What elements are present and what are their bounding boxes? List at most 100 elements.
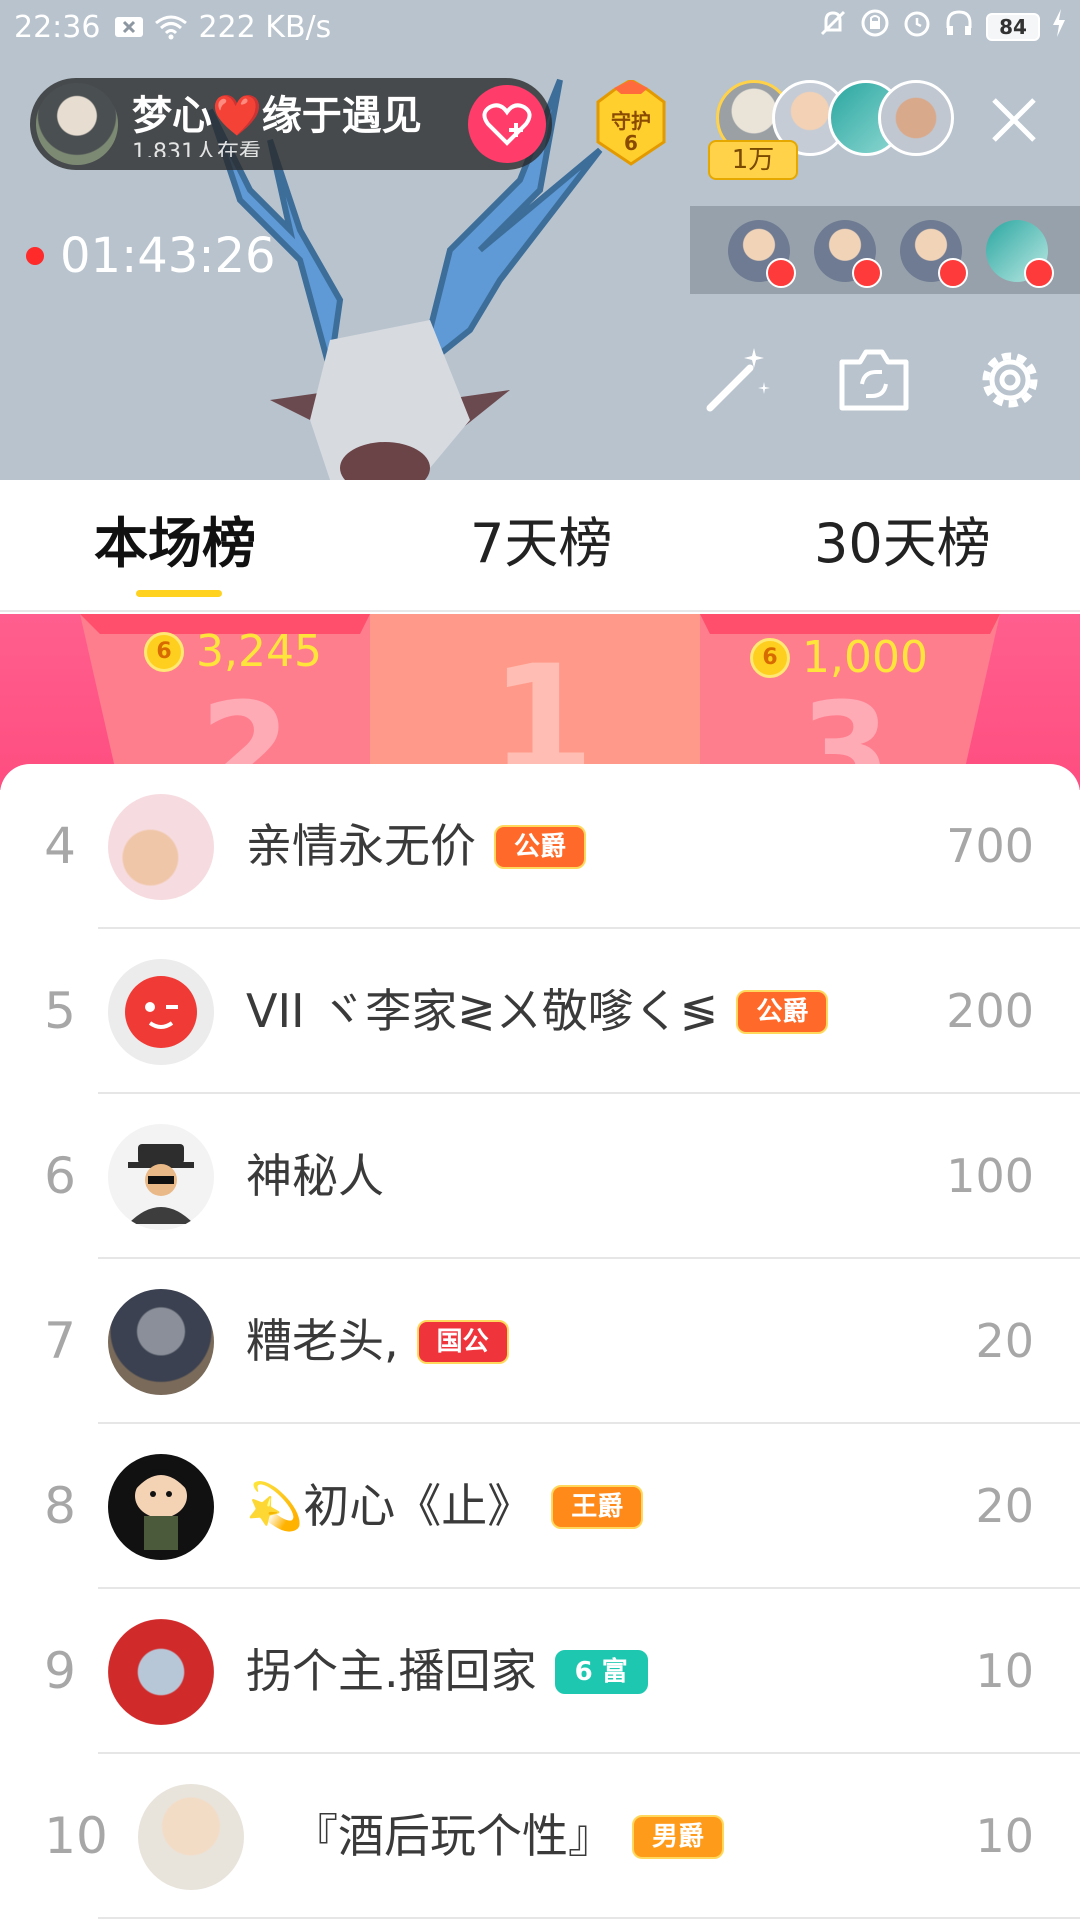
avatar[interactable] bbox=[108, 1124, 214, 1230]
rank-number: 4 bbox=[44, 817, 76, 875]
close-button[interactable] bbox=[986, 92, 1042, 148]
avatar[interactable] bbox=[108, 1619, 214, 1725]
heart-plus-icon bbox=[482, 103, 532, 146]
wink-face-icon bbox=[125, 976, 197, 1048]
rank-number: 6 bbox=[44, 1147, 76, 1205]
viewer-avatar[interactable] bbox=[878, 80, 954, 156]
status-time: 22:36 bbox=[14, 9, 101, 45]
guest-seats bbox=[690, 206, 1080, 294]
headphones-icon bbox=[944, 8, 974, 46]
avatar[interactable] bbox=[108, 959, 214, 1065]
user-name: 💫初心《止》 王爵 bbox=[246, 1424, 644, 1589]
coin-icon: 6 bbox=[750, 637, 790, 678]
settings-icon bbox=[982, 352, 1038, 408]
podium-score-2-value: 3,245 bbox=[196, 626, 322, 677]
recording-dot-icon bbox=[26, 247, 44, 265]
rank-title-badge: 6 富 bbox=[554, 1649, 648, 1694]
close-icon bbox=[992, 98, 1036, 142]
host-viewer-count: 1,831人在看 bbox=[132, 141, 261, 157]
guard-label: 守护 6 bbox=[611, 109, 651, 155]
user-name: VII ヾ李家≷ㄨ敬嗲く≶ 公爵 bbox=[246, 929, 829, 1094]
notification-x-icon bbox=[114, 15, 144, 39]
magic-wand-icon bbox=[706, 348, 770, 412]
avatar[interactable] bbox=[138, 1784, 244, 1890]
guest-seat[interactable] bbox=[900, 220, 968, 288]
rank-title-badge: 王爵 bbox=[551, 1484, 644, 1529]
leaderboard-tabs: 本场榜 7天榜 30天榜 bbox=[0, 480, 1080, 612]
coin-icon: 6 bbox=[144, 631, 184, 672]
user-name: 拐个主.播回家 6 富 bbox=[246, 1589, 648, 1754]
avatar[interactable] bbox=[108, 794, 214, 900]
settings-button[interactable] bbox=[970, 340, 1050, 420]
user-name: 神秘人 bbox=[246, 1149, 384, 1203]
rank-title-badge: 公爵 bbox=[736, 989, 829, 1034]
rank-title-badge: 公爵 bbox=[494, 824, 587, 869]
battery-icon: 84 bbox=[986, 13, 1040, 41]
divider bbox=[98, 1917, 1080, 1919]
tab-7-days[interactable]: 7天榜 bbox=[470, 504, 612, 584]
ranking-list: 4 亲情永无价 公爵 700 5 VII ヾ李家≷ㄨ敬嗲く≶ 公爵 200 6 bbox=[0, 764, 1080, 1920]
charging-icon bbox=[1052, 9, 1066, 45]
follow-button[interactable] bbox=[468, 85, 546, 163]
live-stream-preview: 22:36 222 KB/s 84 梦心❤️缘于遇见 1,831人在看 守护 6… bbox=[0, 0, 1080, 480]
host-info: 梦心❤️缘于遇见 1,831人在看 bbox=[132, 91, 468, 157]
avatar[interactable] bbox=[108, 1289, 214, 1395]
host-avatar[interactable] bbox=[36, 83, 118, 165]
flip-camera-button[interactable] bbox=[834, 340, 914, 420]
rank-title-badge: 国公 bbox=[416, 1319, 509, 1364]
contribution-score: 200 bbox=[946, 984, 1034, 1038]
guest-seat[interactable] bbox=[728, 220, 796, 288]
guest-seat[interactable] bbox=[814, 220, 882, 288]
contribution-score: 100 bbox=[946, 1149, 1034, 1203]
sofa-icon bbox=[1024, 258, 1054, 288]
list-item[interactable]: 7 糟老头, 国公 20 bbox=[0, 1259, 1080, 1424]
avatar[interactable] bbox=[108, 1454, 214, 1560]
cartoon-boy-icon bbox=[135, 1469, 187, 1550]
rank-number: 8 bbox=[44, 1477, 76, 1535]
contribution-score: 10 bbox=[975, 1644, 1034, 1698]
rank-number: 7 bbox=[44, 1312, 76, 1370]
tab-current-session[interactable]: 本场榜 bbox=[94, 504, 256, 584]
contribution-score: 10 bbox=[975, 1809, 1034, 1863]
list-item[interactable]: 8 💫初心《止》 王爵 20 bbox=[0, 1424, 1080, 1589]
list-item[interactable]: 6 神秘人 100 bbox=[0, 1094, 1080, 1259]
rank-number: 9 bbox=[44, 1642, 76, 1700]
host-info-pill[interactable]: 梦心❤️缘于遇见 1,831人在看 bbox=[30, 78, 552, 170]
rank-number: 10 bbox=[44, 1807, 108, 1865]
sofa-icon bbox=[852, 258, 882, 288]
user-name: 『酒后玩个性』 男爵 bbox=[292, 1754, 725, 1919]
contribution-score: 20 bbox=[975, 1314, 1034, 1368]
guest-seat[interactable] bbox=[986, 220, 1054, 288]
mystery-person-icon bbox=[128, 1144, 194, 1224]
status-bar: 22:36 222 KB/s 84 bbox=[0, 0, 1080, 54]
list-item[interactable]: 10 『酒后玩个性』 男爵 10 bbox=[0, 1754, 1080, 1919]
podium-score-2: 6 3,245 bbox=[144, 626, 322, 677]
rank-number: 5 bbox=[44, 982, 76, 1040]
beauty-effect-button[interactable] bbox=[698, 340, 778, 420]
stream-timer: 01:43:26 bbox=[26, 228, 276, 284]
alarm-icon bbox=[902, 8, 932, 46]
list-item[interactable]: 4 亲情永无价 公爵 700 bbox=[0, 764, 1080, 929]
camera-flip-icon bbox=[839, 349, 909, 411]
network-speed: 222 KB/s bbox=[198, 9, 332, 45]
user-name: 糟老头, 国公 bbox=[246, 1259, 509, 1424]
mute-bell-icon bbox=[818, 8, 848, 46]
tab-30-days[interactable]: 30天榜 bbox=[814, 504, 991, 584]
stream-elapsed-time: 01:43:26 bbox=[60, 228, 276, 284]
list-item[interactable]: 9 拐个主.播回家 6 富 10 bbox=[0, 1589, 1080, 1754]
podium-score-3: 6 1,000 bbox=[750, 632, 928, 683]
user-name: 亲情永无价 公爵 bbox=[246, 764, 587, 929]
sofa-icon bbox=[938, 258, 968, 288]
active-tab-indicator bbox=[136, 590, 222, 597]
rank-title-badge: 男爵 bbox=[632, 1814, 725, 1859]
wifi-icon bbox=[154, 14, 188, 40]
host-name: 梦心❤️缘于遇见 bbox=[132, 93, 422, 139]
contribution-score: 20 bbox=[975, 1479, 1034, 1533]
contribution-score: 700 bbox=[946, 819, 1034, 873]
podium-score-3-value: 1,000 bbox=[802, 632, 928, 683]
viewer-count-badge[interactable]: 1万 bbox=[708, 140, 798, 180]
sofa-icon bbox=[766, 258, 796, 288]
guard-badge[interactable]: 守护 6 bbox=[586, 80, 676, 168]
list-item[interactable]: 5 VII ヾ李家≷ㄨ敬嗲く≶ 公爵 200 bbox=[0, 929, 1080, 1094]
lock-rotation-icon bbox=[860, 8, 890, 46]
